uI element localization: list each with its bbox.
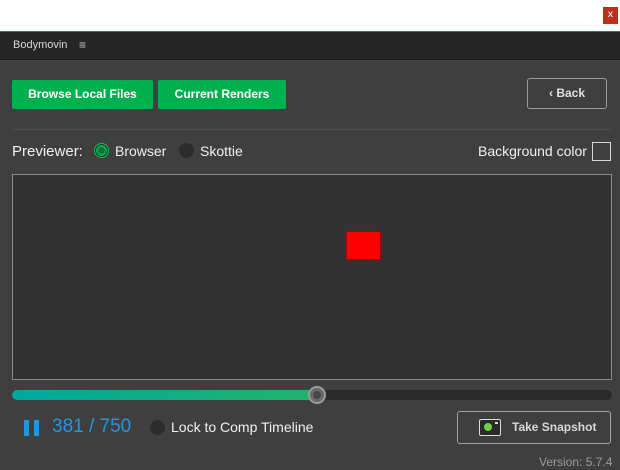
panel-header: Bodymovin ≡	[0, 32, 620, 60]
previewer-label: Previewer:	[12, 143, 83, 160]
frame-counter: 381 / 750	[52, 416, 132, 437]
hamburger-menu-icon[interactable]: ≡	[79, 38, 86, 52]
skottie-radio[interactable]	[179, 143, 194, 158]
take-snapshot-label: Take Snapshot	[512, 420, 597, 434]
lock-comp-timeline-label[interactable]: Lock to Comp Timeline	[171, 419, 313, 435]
timeline-slider-fill	[12, 390, 317, 400]
close-icon[interactable]: x	[603, 7, 618, 24]
take-snapshot-button[interactable]: Take Snapshot	[457, 411, 611, 444]
browser-radio[interactable]	[94, 143, 109, 158]
pause-icon[interactable]	[24, 420, 40, 436]
animation-red-square	[346, 231, 381, 260]
lock-comp-timeline-toggle[interactable]	[150, 420, 165, 435]
preview-stage	[12, 174, 612, 380]
version-text: Version: 5.7.4	[539, 455, 613, 469]
background-color-label: Background color	[478, 143, 587, 159]
browser-radio-label[interactable]: Browser	[115, 143, 166, 159]
timeline-slider-handle[interactable]	[308, 386, 326, 404]
skottie-radio-label[interactable]: Skottie	[200, 143, 243, 159]
browse-local-files-button[interactable]: Browse Local Files	[12, 80, 153, 109]
panel-title: Bodymovin	[13, 39, 68, 51]
background-color-swatch[interactable]	[592, 142, 611, 161]
bodymovin-panel: Bodymovin ≡ Browse Local Files Current R…	[0, 31, 620, 470]
back-button[interactable]: ‹ Back	[527, 78, 607, 109]
camera-icon	[479, 419, 501, 436]
current-renders-button[interactable]: Current Renders	[158, 80, 286, 109]
divider	[12, 129, 612, 130]
